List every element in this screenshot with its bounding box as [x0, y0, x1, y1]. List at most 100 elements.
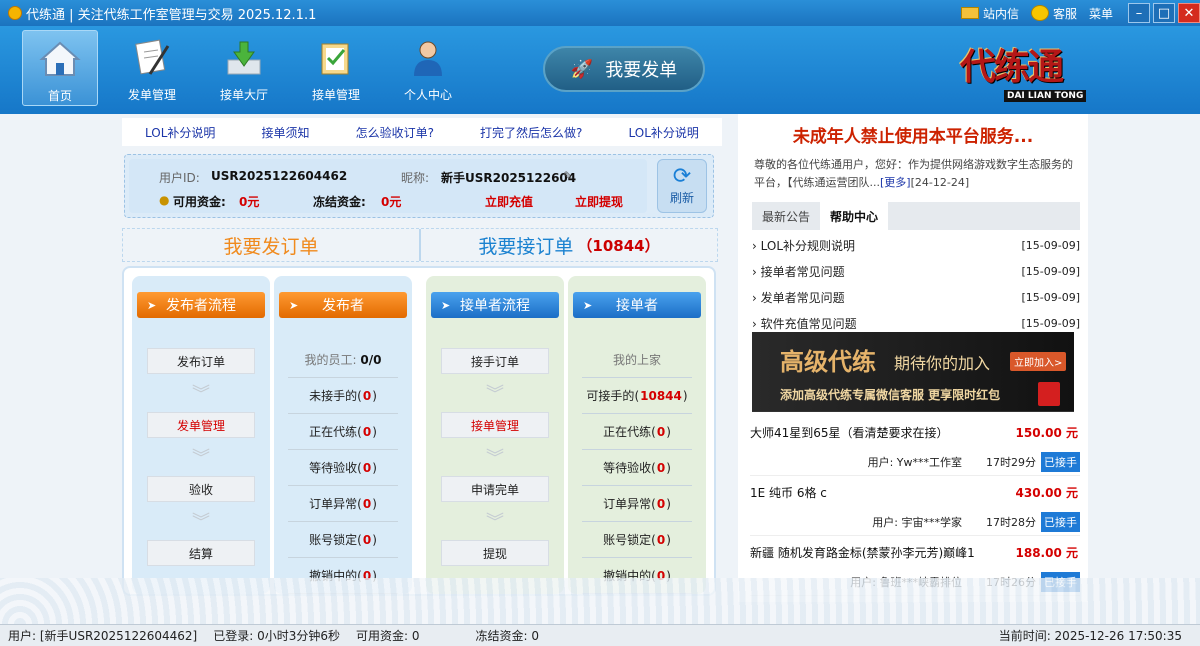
chevron-down-icon: ︾ — [486, 512, 504, 533]
stat-abnormal[interactable]: 订单异常(0) — [582, 486, 692, 522]
recharge-link[interactable]: 立即充值 — [485, 193, 533, 210]
order-row[interactable]: 大师41星到65星（看清楚要求在接） 150.00 元 用户: Yw***工作室… — [750, 416, 1080, 476]
edit-pencil-icon[interactable]: ✎ — [563, 169, 573, 183]
menu-button[interactable]: 菜单 — [1089, 5, 1113, 22]
maximize-button[interactable]: □ — [1153, 3, 1175, 23]
order-user: 用户: Yw***工作室 — [867, 456, 962, 469]
left-panel: LOL补分说明 接单须知 怎么验收订单? 打完了然后怎么做? LOL补分说明 用… — [116, 114, 728, 624]
wave-decoration — [0, 578, 1200, 624]
order-status-badge: 已接手 — [1041, 512, 1080, 532]
title-bar: 代练通 | 关注代练工作室管理与交易 2025.12.1.1 站内信 客服 菜单… — [0, 0, 1200, 26]
close-button[interactable]: ✕ — [1178, 3, 1200, 23]
link-accept-notice[interactable]: 接单须知 — [262, 124, 310, 141]
step-publish-management[interactable]: 发单管理 — [147, 412, 255, 438]
stat-awaiting-verify[interactable]: 等待验收(0) — [582, 450, 692, 486]
main-content: LOL补分说明 接单须知 怎么验收订单? 打完了然后怎么做? LOL补分说明 用… — [0, 114, 1200, 624]
nav-accept-management[interactable]: 接单管理 — [298, 30, 374, 106]
step-accept-order[interactable]: 接手订单 — [441, 348, 549, 374]
stat-in-progress[interactable]: 正在代练(0) — [582, 414, 692, 450]
stat-locked[interactable]: 账号锁定(0) — [582, 522, 692, 558]
order-price: 150.00 元 — [1015, 426, 1079, 440]
step-accept-management[interactable]: 接单管理 — [441, 412, 549, 438]
stat-label: 正在代练 — [309, 425, 358, 439]
customer-service-button[interactable]: 客服 — [1030, 5, 1077, 22]
accept-order-count: （10844） — [577, 236, 660, 255]
acceptor-flow-title: 接单者流程 — [460, 298, 530, 314]
help-item-title: › 接单者常见问题 — [752, 264, 845, 279]
stat-abnormal[interactable]: 订单异常(0) — [288, 486, 398, 522]
order-row[interactable]: 1E 纯币 6格 c 430.00 元 用户: 宇宙***学家 17时28分 已… — [750, 476, 1080, 536]
order-user: 用户: 宇宙***学家 — [872, 516, 962, 529]
help-item-date: [15-09-09] — [1021, 316, 1080, 330]
stat-in-progress[interactable]: 正在代练(0) — [288, 414, 398, 450]
accept-order-heading: 我要接订单 （10844） — [421, 229, 717, 261]
order-status-badge: 已接手 — [1041, 452, 1080, 472]
help-item[interactable]: › 接单者常见问题 [15-09-09] — [752, 258, 1080, 284]
nav-home[interactable]: 首页 — [22, 30, 98, 106]
step-request-complete[interactable]: 申请完单 — [441, 476, 549, 502]
stat-label: 账号锁定 — [603, 533, 652, 547]
help-item[interactable]: › 发单者常见问题 [15-09-09] — [752, 284, 1080, 310]
publisher-flow-header: ➤ 发布者流程 — [137, 292, 265, 318]
link-after-finish[interactable]: 打完了然后怎么做? — [480, 124, 582, 141]
stat-count: 0 — [656, 532, 666, 547]
stat-awaiting-verify[interactable]: 等待验收(0) — [288, 450, 398, 486]
order-time: 17时29分 — [986, 456, 1036, 469]
link-lol-compensation-2[interactable]: LOL补分说明 — [629, 124, 699, 141]
tab-latest-notice[interactable]: 最新公告 — [752, 202, 820, 230]
stat-available-orders[interactable]: 可接手的(10844) — [582, 378, 692, 414]
notice-date: [24-12-24] — [910, 176, 970, 189]
mail-icon — [960, 7, 979, 19]
help-list: › LOL补分规则说明 [15-09-09] › 接单者常见问题 [15-09-09… — [752, 232, 1080, 336]
chevron-down-icon: ︾ — [192, 384, 210, 405]
help-title-text: 接单者常见问题 — [760, 264, 845, 279]
nav-order-hall[interactable]: 接单大厅 — [206, 30, 282, 106]
publisher-flow-title: 发布者流程 — [166, 298, 236, 314]
nav-publish-management[interactable]: 发单管理 — [114, 30, 190, 106]
nav-personal-center[interactable]: 个人中心 — [390, 30, 466, 106]
main-navbar: 首页 发单管理 接单大厅 接单管理 个人中心 🚀 我要发单 代练通 DAI LIA… — [0, 26, 1200, 114]
stat-label: 订单异常 — [309, 497, 358, 511]
info-tabs: 最新公告 帮助中心 — [752, 202, 1080, 230]
refresh-button[interactable]: ⟳ 刷新 — [657, 159, 707, 213]
step-withdraw[interactable]: 提现 — [441, 540, 549, 566]
withdraw-link[interactable]: 立即提现 — [575, 193, 623, 210]
order-price: 430.00 元 — [1015, 486, 1079, 500]
tab-help-center[interactable]: 帮助中心 — [820, 202, 889, 230]
stat-label: 订单异常 — [603, 497, 652, 511]
inbox-button[interactable]: 站内信 — [960, 5, 1019, 22]
publisher-title: 发布者 — [322, 298, 364, 314]
available-funds-label: 可用资金: — [173, 195, 226, 209]
stat-my-upstream: 我的上家 — [582, 342, 692, 378]
link-lol-compensation[interactable]: LOL补分说明 — [145, 124, 215, 141]
home-icon — [39, 41, 81, 76]
stat-locked[interactable]: 账号锁定(0) — [288, 522, 398, 558]
brand-subtitle: DAI LIAN TONG — [1004, 90, 1087, 102]
link-how-to-verify[interactable]: 怎么验收订单? — [356, 124, 434, 141]
help-item-date: [15-09-09] — [1021, 238, 1080, 252]
inbox-label: 站内信 — [982, 6, 1019, 21]
accept-order-heading-text: 我要接订单 — [478, 235, 574, 258]
rocket-icon: 🚀 — [570, 58, 594, 80]
step-settle[interactable]: 结算 — [147, 540, 255, 566]
app-logo-icon — [8, 6, 22, 20]
stat-count: 0 — [362, 388, 372, 403]
acceptor-flow-column: ➤ 接单者流程 接手订单 ︾ 接单管理 ︾ 申请完单 ︾ 提现 — [426, 276, 564, 594]
nav-home-label: 首页 — [47, 89, 72, 103]
stat-unaccepted[interactable]: 未接手的(0) — [288, 378, 398, 414]
order-section-titles: 我要发订单 我要接订单 （10844） — [122, 228, 718, 262]
step-verify[interactable]: 验收 — [147, 476, 255, 502]
step-publish-order[interactable]: 发布订单 — [147, 348, 255, 374]
user-icon — [414, 41, 442, 76]
notice-more-link[interactable]: [更多] — [880, 176, 911, 189]
help-item[interactable]: › LOL补分规则说明 [15-09-09] — [752, 232, 1080, 258]
minimize-button[interactable]: – — [1128, 3, 1150, 23]
publish-order-button[interactable]: 🚀 我要发单 — [543, 46, 705, 92]
premium-banner[interactable]: 高级代练 期待你的加入 立即加入> 添加高级代练专属微信客服 更享限时红包 — [752, 332, 1074, 412]
nickname: 新手USR2025122604 — [441, 171, 577, 185]
acceptor-header: ➤ 接单者 — [573, 292, 701, 318]
nav-personal-label: 个人中心 — [403, 88, 452, 102]
banner-join-button[interactable]: 立即加入> — [1010, 352, 1067, 371]
user-info: 用户ID: USR2025122604462 昵称: 新手USR20251226… — [129, 159, 647, 213]
order-price: 188.00 元 — [1015, 546, 1079, 560]
